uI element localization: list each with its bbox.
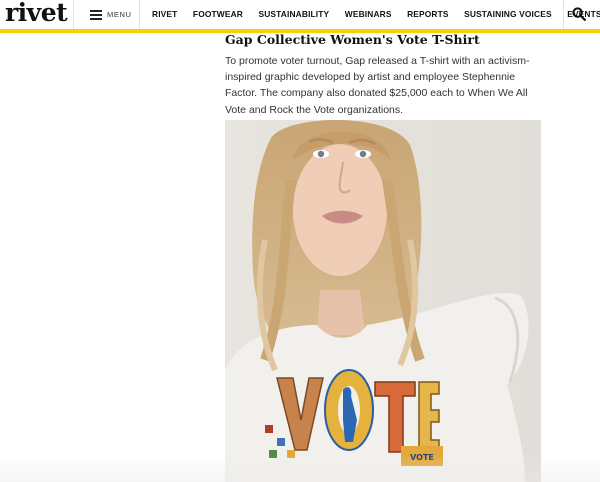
nav-item-webinars[interactable]: WEBINARS [345,9,392,19]
site-header: rivet MENU RIVET FOOTWEAR SUSTAINABILITY… [0,0,600,29]
search-icon[interactable] [572,7,586,21]
header-divider [563,0,564,29]
nav-item-footwear[interactable]: FOOTWEAR [193,9,243,19]
nav-item-sustainability[interactable]: SUSTAINABILITY [258,9,329,19]
article-item-title: Gap Collective Women's Vote T-Shirt [225,32,480,47]
site-logo[interactable]: rivet [5,0,68,27]
nav-item-rivet[interactable]: RIVET [152,9,177,19]
article-item-description: To promote voter turnout, Gap released a… [225,55,530,116]
hamburger-icon [90,9,102,20]
product-photo: VOTE [225,120,541,482]
main-nav: RIVET FOOTWEAR SUSTAINABILITY WEBINARS R… [152,9,600,19]
menu-label: MENU [107,10,132,19]
header-divider [139,0,140,29]
svg-text:VOTE: VOTE [410,453,434,462]
nav-item-reports[interactable]: REPORTS [407,9,449,19]
header-divider [73,0,74,29]
nav-item-sustaining-voices[interactable]: SUSTAINING VOICES [464,9,552,19]
menu-button[interactable]: MENU [90,7,131,22]
